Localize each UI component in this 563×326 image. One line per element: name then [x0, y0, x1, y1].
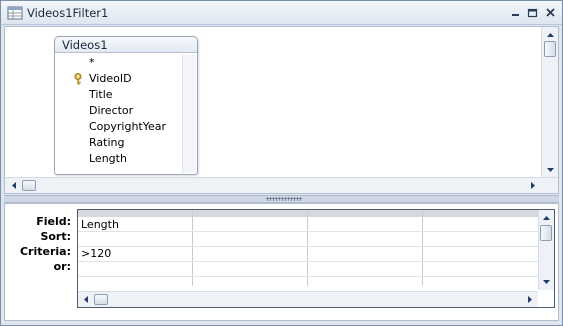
field-label: * — [89, 56, 95, 69]
grid-cell-sort[interactable] — [426, 232, 536, 246]
grid-cell-field[interactable] — [426, 218, 536, 232]
table-design-area[interactable]: Videos1 * VideoID Title Director Copyrig… — [4, 26, 559, 194]
query-design-grid[interactable]: Length >120 — [77, 209, 555, 308]
column-divider — [307, 210, 308, 286]
scroll-left-icon[interactable] — [7, 178, 22, 193]
field-label: Rating — [89, 136, 125, 149]
column-divider — [192, 210, 193, 286]
primary-key-icon — [74, 73, 82, 85]
scroll-down-icon[interactable] — [539, 274, 554, 289]
horizontal-scroll-thumb[interactable] — [94, 294, 108, 305]
field-item[interactable]: Rating — [56, 135, 180, 151]
horizontal-scroll-thumb[interactable] — [22, 180, 36, 191]
grid-horizontal-scrollbar[interactable] — [78, 291, 538, 307]
field-item[interactable]: Length — [56, 151, 180, 167]
grid-cell-criteria[interactable]: >120 — [81, 247, 191, 261]
grid-cell-criteria[interactable] — [311, 247, 421, 261]
design-horizontal-scrollbar[interactable] — [5, 177, 558, 193]
minimize-icon[interactable] — [509, 7, 522, 19]
table-name[interactable]: Videos1 — [55, 37, 197, 53]
scroll-right-icon[interactable] — [525, 178, 540, 193]
query-window: Videos1Filter1 Videos1 * VideoID Title D… — [0, 0, 563, 326]
query-grid-pane: Field: Sort: Criteria: or: Length >120 — [4, 203, 559, 321]
table-field-list[interactable]: Videos1 * VideoID Title Director Copyrig… — [54, 36, 198, 175]
field-list-scrollbar[interactable] — [182, 55, 196, 173]
field-label: CopyrightYear — [89, 120, 167, 133]
grid-cell-or[interactable] — [426, 262, 536, 276]
maximize-icon[interactable] — [526, 7, 539, 19]
field-label: Title — [89, 88, 113, 101]
splitter-grip-icon[interactable] — [266, 197, 302, 201]
column-divider — [422, 210, 423, 286]
grid-cell-or[interactable] — [311, 262, 421, 276]
grid-cell-or[interactable] — [81, 262, 191, 276]
scroll-left-icon[interactable] — [79, 292, 94, 307]
field-item[interactable]: Title — [56, 87, 180, 103]
grid-cell-field[interactable] — [311, 218, 421, 232]
column-selector-bar[interactable] — [78, 210, 538, 217]
row-label-field: Field: — [36, 215, 71, 228]
close-icon[interactable] — [544, 7, 557, 19]
grid-cell-sort[interactable] — [81, 232, 191, 246]
grid-cell-sort[interactable] — [311, 232, 421, 246]
scroll-down-icon[interactable] — [543, 162, 558, 177]
scroll-right-icon[interactable] — [522, 292, 537, 307]
row-label-sort: Sort: — [40, 230, 71, 243]
field-item[interactable]: * — [56, 55, 180, 71]
grid-cell-sort[interactable] — [196, 232, 306, 246]
field-list: * VideoID Title Director CopyrightYear R… — [56, 55, 180, 173]
field-item[interactable]: CopyrightYear — [56, 119, 180, 135]
grid-cell-field[interactable]: Length — [81, 218, 191, 232]
query-icon — [7, 6, 23, 20]
pane-splitter[interactable] — [4, 195, 559, 203]
field-label: Director — [89, 104, 134, 117]
field-label: VideoID — [89, 72, 132, 85]
vertical-scroll-thumb[interactable] — [544, 41, 556, 57]
grid-cell-criteria[interactable] — [196, 247, 306, 261]
row-label-or: or: — [53, 260, 71, 273]
row-label-criteria: Criteria: — [19, 245, 71, 258]
field-label: Length — [89, 152, 127, 165]
scroll-up-icon[interactable] — [539, 211, 554, 226]
vertical-scroll-thumb[interactable] — [540, 225, 552, 241]
design-vertical-scrollbar[interactable] — [541, 27, 558, 177]
field-item[interactable]: Director — [56, 103, 180, 119]
grid-cell-criteria[interactable] — [426, 247, 536, 261]
window-title: Videos1Filter1 — [27, 6, 109, 20]
grid-cell-or[interactable] — [196, 262, 306, 276]
grid-cell-field[interactable] — [196, 218, 306, 232]
title-bar[interactable]: Videos1Filter1 — [1, 1, 562, 25]
grid-vertical-scrollbar[interactable] — [538, 210, 554, 290]
field-item[interactable]: VideoID — [56, 71, 180, 87]
row-divider — [78, 276, 538, 277]
